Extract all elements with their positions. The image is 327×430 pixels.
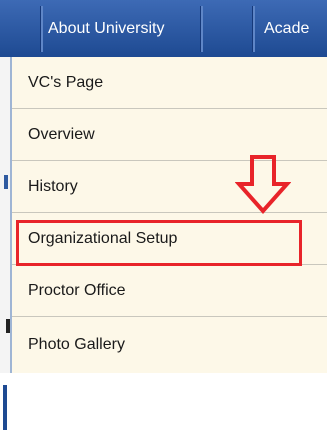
menu-item-photo-gallery[interactable]: Photo Gallery xyxy=(12,317,327,373)
down-arrow-icon xyxy=(235,155,291,214)
highlight-box xyxy=(16,220,302,266)
background-fragment xyxy=(3,385,7,430)
nav-divider xyxy=(200,6,203,52)
background-page-strip xyxy=(0,57,10,430)
menu-item-proctor-office[interactable]: Proctor Office xyxy=(12,265,327,317)
nav-item-academics[interactable]: Acade xyxy=(254,0,327,57)
background-fragment xyxy=(4,175,8,189)
menu-item-vcs-page[interactable]: VC's Page xyxy=(12,57,327,109)
nav-item-about-university[interactable]: About University xyxy=(42,0,200,57)
top-navigation-bar: About University Acade xyxy=(0,0,327,57)
about-university-dropdown-menu: VC's Page Overview History Organizationa… xyxy=(10,57,327,373)
